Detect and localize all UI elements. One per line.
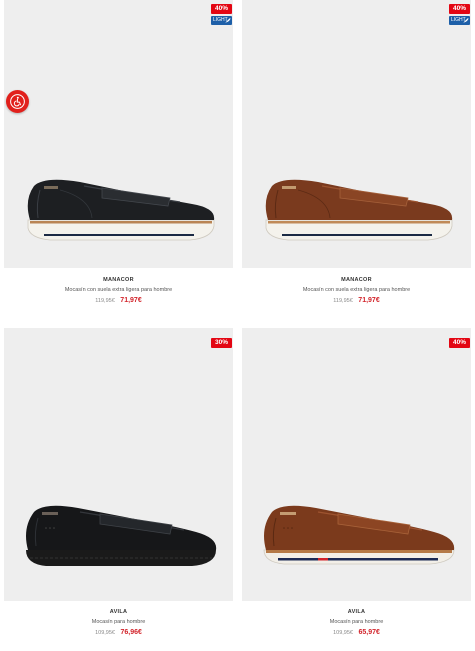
price-row: 109,95€ 76,96€ [4, 629, 233, 636]
old-price: 119,95€ [333, 298, 353, 304]
product-info: MANACOR Mocasín con suela extra ligera p… [4, 277, 233, 304]
product-description: Mocasín con suela extra ligera para homb… [64, 287, 173, 293]
product-name[interactable]: AVILA [4, 609, 233, 615]
sale-price: 71,97€ [358, 297, 380, 304]
product-image-area[interactable]: 40% LIGHT [242, 0, 471, 268]
shoe-image [263, 505, 455, 565]
product-card[interactable]: 40% LIGHT MANACOR Mocasín con suela extr… [4, 0, 233, 304]
feather-icon [224, 18, 231, 24]
product-info: AVILA Mocasín para hombre 109,95€ 65,97€ [242, 609, 471, 636]
price-row: 119,95€ 71,97€ [4, 297, 233, 304]
old-price: 109,95€ [95, 630, 115, 636]
discount-badge: 40% [449, 338, 470, 348]
product-info: MANACOR Mocasín con suela extra ligera p… [242, 277, 471, 304]
product-image-area[interactable]: 40% [242, 328, 471, 601]
discount-badge: 40% [449, 4, 470, 14]
sale-price: 76,96€ [120, 629, 142, 636]
light-tag: LIGHT [449, 16, 470, 25]
product-description: Mocasín para hombre [329, 619, 384, 625]
product-card[interactable]: 40% AVILA Mocasín para hombre 109,95€ 65… [242, 328, 471, 636]
sale-price: 65,97€ [358, 629, 380, 636]
light-tag: LIGHT [211, 16, 232, 25]
price-row: 119,95€ 71,97€ [242, 297, 471, 304]
wheelchair-icon [10, 94, 25, 109]
product-description: Mocasín para hombre [91, 619, 146, 625]
accessibility-button[interactable] [6, 90, 29, 113]
old-price: 109,95€ [333, 630, 353, 636]
product-name[interactable]: MANACOR [4, 277, 233, 283]
shoe-image [26, 505, 217, 566]
product-image-area[interactable]: 40% LIGHT [4, 0, 233, 268]
shoe-image [265, 179, 453, 241]
shoe-image [27, 179, 215, 241]
sale-price: 71,97€ [120, 297, 142, 304]
old-price: 119,95€ [95, 298, 115, 304]
product-name[interactable]: MANACOR [242, 277, 471, 283]
product-name[interactable]: AVILA [242, 609, 471, 615]
product-description: Mocasín con suela extra ligera para homb… [302, 287, 411, 293]
product-info: AVILA Mocasín para hombre 109,95€ 76,96€ [4, 609, 233, 636]
product-card[interactable]: 40% LIGHT MANACOR Mocasín con suela extr… [242, 0, 471, 304]
discount-badge: 30% [211, 338, 232, 348]
feather-icon [462, 18, 469, 24]
product-image-area[interactable]: 30% [4, 328, 233, 601]
discount-badge: 40% [211, 4, 232, 14]
product-card[interactable]: 30% AVILA Mocasín para hombre 109,95€ 76… [4, 328, 233, 636]
price-row: 109,95€ 65,97€ [242, 629, 471, 636]
